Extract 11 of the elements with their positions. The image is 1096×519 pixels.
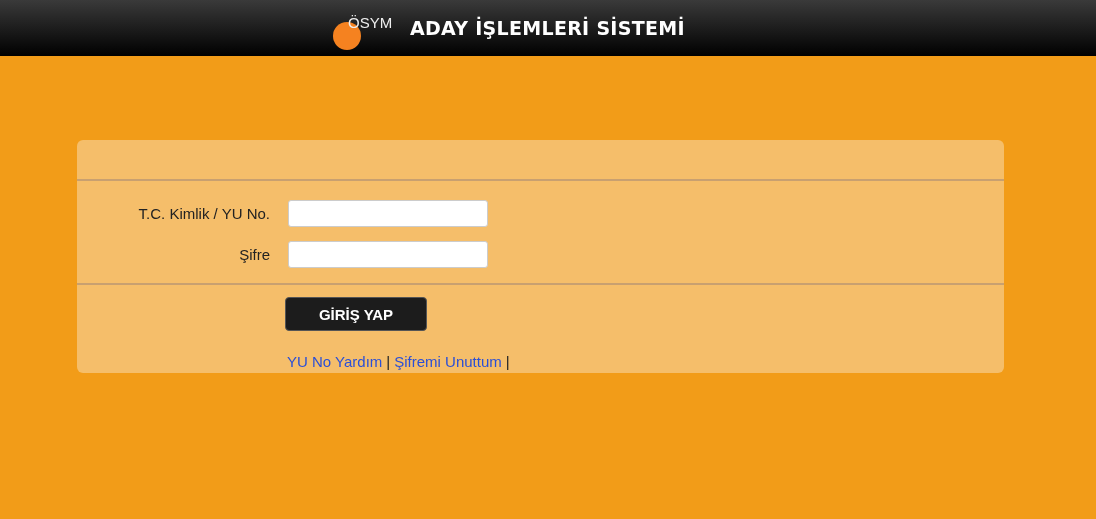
field-label: Şifre (238, 246, 270, 263)
separator: | (386, 353, 391, 370)
input-field[interactable] (288, 241, 488, 268)
field-label: T.C. Kimlik / YU No. (137, 205, 270, 222)
site-title: ADAY İŞLEMLERİ SİSTEMİ (410, 17, 685, 39)
link[interactable]: Şifremi Unuttum (394, 353, 502, 370)
login-button[interactable]: GİRİŞ YAP (285, 297, 427, 331)
link[interactable]: YU No Yardım (287, 353, 383, 370)
separator: | (505, 353, 510, 370)
logo-text: ÖSYM (348, 14, 393, 31)
input-field[interactable] (288, 200, 488, 227)
